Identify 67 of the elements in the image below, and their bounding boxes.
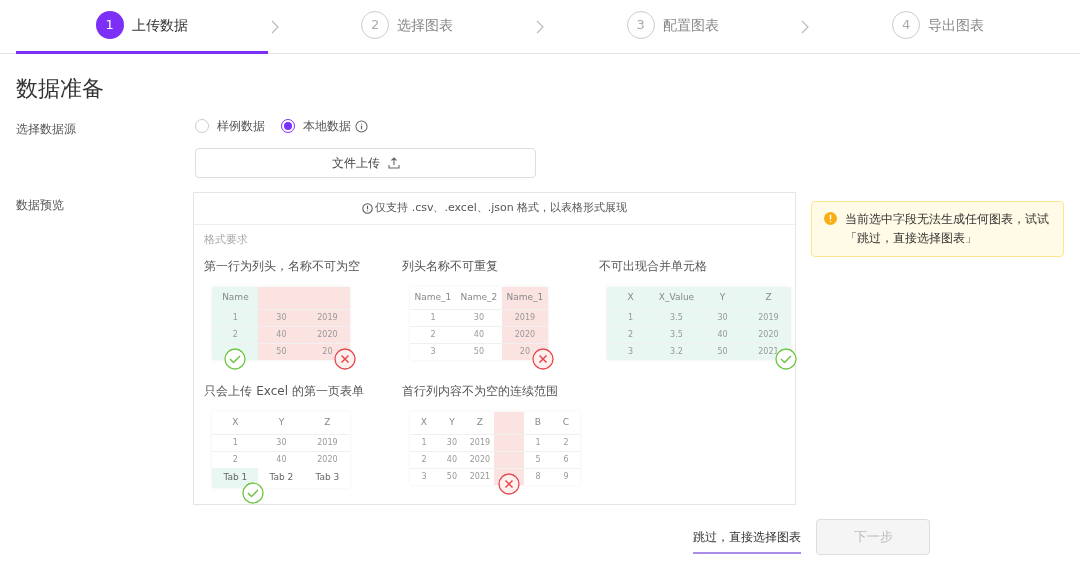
table-cell [493,451,524,468]
table-cell: 3.5 [653,326,700,343]
example-title: 第一行为列头，名称不可为空 [204,257,362,275]
step-label: 选择图表 [397,15,454,35]
table-cell: 40 [699,326,746,343]
header-cell: X [607,286,654,309]
step-label: 上传数据 [131,15,188,35]
table-cell: 2020 [304,326,351,343]
table-cell: 50 [699,343,746,360]
section-title: 格式要求 [204,232,250,248]
header-cell: Name_1 [501,286,548,309]
step-label: 配置图表 [662,15,719,35]
table-cell: 2 [607,326,654,343]
warning-icon [824,212,837,225]
radio-label: 样例数据 [217,118,265,135]
table-cell: 50 [258,343,305,360]
chevron-right-icon [536,19,544,34]
example-title: 只会上传 Excel 的第一页表单 [204,382,365,400]
table-cell: 3 [607,343,654,360]
page-title: 数据准备 [16,78,105,100]
step-tab[interactable]: 4 导出图表 [812,0,1064,54]
example-title: 不可出现合并单元格 [599,257,709,275]
table-cell: 3 [409,343,456,360]
table-cell: 3 [409,468,438,485]
header-cell: X_Value [653,286,700,309]
table-cell [493,434,524,451]
header-cell: Z [304,411,351,434]
header-cell: Z [745,286,792,309]
header-cell: Y [699,286,746,309]
table-cell: 2020 [745,326,792,343]
skip-link[interactable]: 跳过，直接选择图表 [693,520,801,554]
header-cell: X [409,411,438,434]
info-icon[interactable] [355,119,368,133]
table-cell: 40 [258,326,305,343]
chevron-right-icon [270,19,279,34]
table-cell: 2019 [501,309,548,326]
table-cell: 2019 [745,309,792,326]
table-cell: 2019 [304,309,351,326]
header-cell: C [551,411,580,434]
format-notice: 仅支持 .csv、.excel、.json 格式，以表格形式展现 [375,200,628,217]
table-cell: 1 [607,309,654,326]
table-cell: 30 [258,309,305,326]
warning-text: 当前选中字段无法生成任何图表，试试「跳过，直接选择图表」 [845,211,1050,247]
table-cell: 3.5 [653,309,700,326]
header-cell: Name_1 [409,286,456,309]
chevron-right-icon [801,19,810,34]
example-title: 列头名称不可重复 [401,257,499,275]
field-label: 选择数据源 [16,122,76,136]
info-icon [362,203,374,214]
field-label: 数据预览 [16,198,64,212]
header-cell: X [212,411,259,434]
example-title: 首行列内容不为空的连续范围 [401,382,559,400]
table-cell: 2 [212,326,259,343]
upload-icon [387,157,400,169]
table-cell: 30 [699,309,746,326]
table-cell: 1 [212,309,259,326]
table-cell: 2020 [501,326,548,343]
radio-label: 本地数据 [303,118,351,135]
header-cell: Name [212,286,259,309]
step-tab[interactable]: 1 上传数据 [16,0,268,54]
table-cell: 9 [551,468,580,485]
step-tab[interactable]: 3 配置图表 [546,0,799,54]
upload-button[interactable]: 文件上传 [195,148,536,178]
table-cell: 3.2 [653,343,700,360]
step-tab[interactable]: 2 选择图表 [281,0,533,54]
step-label: 导出图表 [928,15,985,35]
step-number: 1 [95,11,124,39]
